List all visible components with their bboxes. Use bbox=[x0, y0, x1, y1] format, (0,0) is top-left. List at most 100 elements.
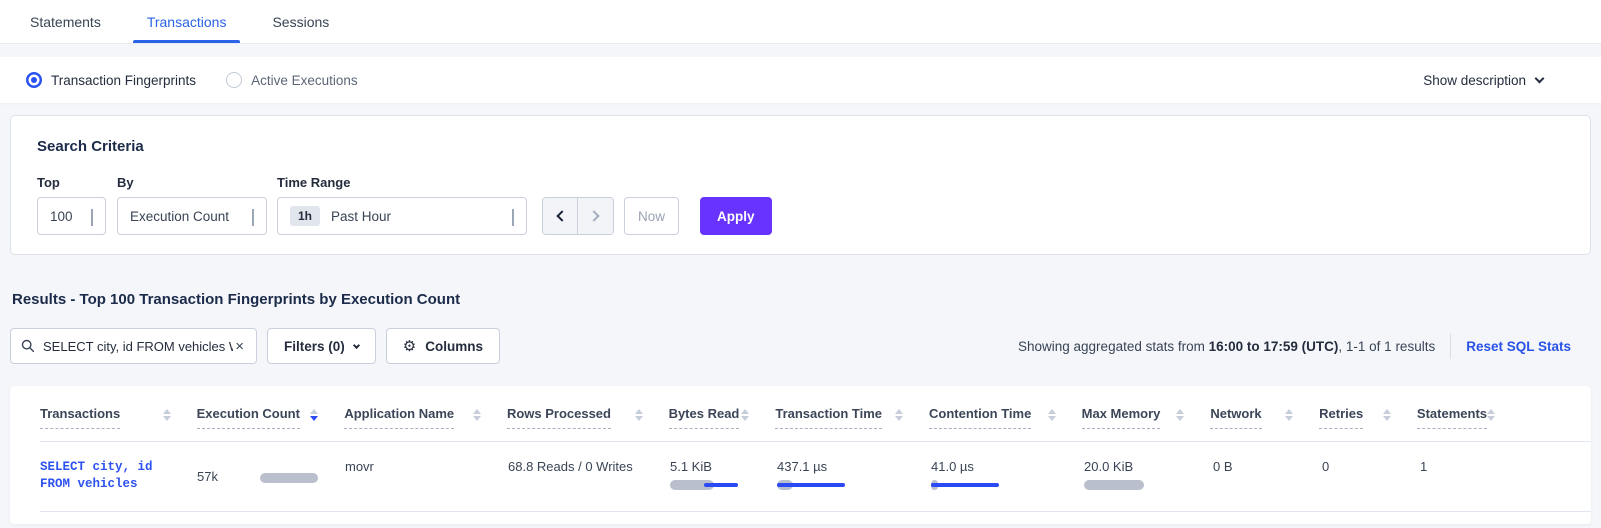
top-label: Top bbox=[37, 175, 106, 190]
radio-active-executions[interactable]: Active Executions bbox=[226, 72, 358, 88]
chevron-down-icon bbox=[1535, 73, 1545, 83]
stats-time-range: 16:00 to 17:59 (UTC) bbox=[1209, 339, 1339, 354]
time-range-label: Time Range bbox=[277, 175, 527, 190]
chevron-down-icon bbox=[252, 209, 254, 226]
sort-icon[interactable] bbox=[1383, 409, 1391, 421]
results-heading: Results - Top 100 Transaction Fingerprin… bbox=[12, 291, 1601, 308]
cell-max-memory: 20.0 KiB bbox=[1084, 457, 1213, 493]
cell-execution-count: 57k bbox=[197, 457, 345, 493]
sort-icon[interactable] bbox=[473, 409, 481, 421]
time-range-badge: 1h bbox=[290, 206, 320, 226]
by-select-value: Execution Count bbox=[130, 209, 229, 224]
sort-icon[interactable] bbox=[163, 409, 171, 421]
tab-sessions[interactable]: Sessions bbox=[256, 0, 345, 43]
cell-retries: 0 bbox=[1322, 457, 1420, 493]
gear-icon: ⚙ bbox=[403, 337, 416, 355]
next-time-button[interactable] bbox=[578, 198, 613, 234]
cell-rows-processed: 68.8 Reads / 0 Writes bbox=[508, 457, 670, 493]
column-header-transactions[interactable]: Transactions bbox=[40, 406, 197, 429]
sort-icon[interactable] bbox=[1285, 409, 1293, 421]
by-select[interactable]: Execution Count bbox=[117, 197, 267, 235]
column-header-transaction-time[interactable]: Transaction Time bbox=[775, 406, 929, 429]
filters-label: Filters (0) bbox=[284, 339, 345, 354]
radio-selected-icon[interactable] bbox=[26, 72, 42, 88]
search-criteria-title: Search Criteria bbox=[37, 138, 1564, 155]
table-header-row: Transactions Execution Count Application… bbox=[40, 386, 1591, 442]
max-memory-value: 20.0 KiB bbox=[1084, 459, 1213, 474]
cell-transaction-time: 437.1 µs bbox=[777, 457, 931, 493]
column-header-rows-processed[interactable]: Rows Processed bbox=[507, 406, 669, 429]
transactions-table: Transactions Execution Count Application… bbox=[10, 386, 1591, 524]
column-header-statements[interactable]: Statements bbox=[1417, 406, 1591, 429]
bytes-read-bar bbox=[670, 480, 740, 490]
time-range-pager bbox=[542, 197, 614, 235]
contention-time-bar bbox=[931, 480, 1001, 490]
column-header-execution-count[interactable]: Execution Count bbox=[197, 406, 345, 429]
cell-application-name: movr bbox=[345, 457, 508, 493]
bytes-read-value: 5.1 KiB bbox=[670, 459, 777, 474]
column-header-contention-time[interactable]: Contention Time bbox=[929, 406, 1082, 429]
max-memory-bar bbox=[1084, 480, 1154, 490]
radio-unselected-icon[interactable] bbox=[226, 72, 242, 88]
clear-search-icon[interactable]: × bbox=[233, 339, 246, 354]
column-header-network[interactable]: Network bbox=[1210, 406, 1319, 429]
time-range-value: Past Hour bbox=[331, 209, 391, 224]
chevron-left-icon bbox=[556, 210, 567, 221]
top-select-value: 100 bbox=[50, 209, 73, 224]
vertical-divider bbox=[1450, 333, 1451, 359]
top-field: Top 100 bbox=[37, 175, 106, 235]
contention-time-value: 41.0 µs bbox=[931, 459, 1084, 474]
reset-sql-stats-link[interactable]: Reset SQL Stats bbox=[1466, 339, 1571, 354]
show-description-toggle[interactable]: Show description bbox=[1423, 73, 1543, 88]
columns-label: Columns bbox=[425, 339, 483, 354]
column-header-application-name[interactable]: Application Name bbox=[344, 406, 507, 429]
apply-button[interactable]: Apply bbox=[700, 197, 772, 235]
tab-statements[interactable]: Statements bbox=[14, 0, 117, 43]
sort-icon[interactable] bbox=[635, 409, 643, 421]
by-label: By bbox=[117, 175, 267, 190]
columns-button[interactable]: ⚙ Columns bbox=[386, 328, 500, 364]
chevron-down-icon bbox=[512, 209, 514, 226]
cell-transaction-fingerprint: SELECT city, id FROM vehicles bbox=[40, 457, 197, 493]
radio-transaction-fingerprints[interactable]: Transaction Fingerprints bbox=[26, 72, 196, 88]
previous-time-button[interactable] bbox=[543, 198, 578, 234]
sort-icon[interactable] bbox=[895, 409, 903, 421]
filter-row: × Filters (0) ⚙ Columns Showing aggregat… bbox=[10, 328, 1591, 364]
search-input[interactable] bbox=[43, 339, 233, 354]
cell-network: 0 B bbox=[1213, 457, 1322, 493]
cell-contention-time: 41.0 µs bbox=[931, 457, 1084, 493]
radio-active-executions-label: Active Executions bbox=[251, 73, 358, 88]
execution-count-value: 57k bbox=[197, 469, 218, 484]
show-description-label: Show description bbox=[1423, 73, 1526, 88]
stats-area: Showing aggregated stats from 16:00 to 1… bbox=[1018, 333, 1591, 359]
sort-icon[interactable] bbox=[741, 409, 749, 421]
top-select[interactable]: 100 bbox=[37, 197, 106, 235]
column-header-max-memory[interactable]: Max Memory bbox=[1082, 406, 1211, 429]
chevron-down-icon bbox=[353, 341, 360, 348]
column-header-bytes-read[interactable]: Bytes Read bbox=[669, 406, 776, 429]
time-range-select[interactable]: 1h Past Hour bbox=[277, 197, 527, 235]
transaction-time-bar bbox=[777, 480, 847, 490]
chevron-down-icon bbox=[91, 209, 93, 226]
search-icon bbox=[21, 339, 35, 353]
search-criteria-card: Search Criteria Top 100 By Execution Cou… bbox=[10, 115, 1591, 255]
transaction-fingerprint-link[interactable]: SELECT city, id FROM vehicles bbox=[40, 459, 197, 493]
execution-count-bar bbox=[260, 473, 318, 483]
cell-bytes-read: 5.1 KiB bbox=[670, 457, 777, 493]
sort-icon[interactable] bbox=[1487, 409, 1495, 421]
tab-transactions[interactable]: Transactions bbox=[131, 0, 243, 43]
sort-icon[interactable] bbox=[1048, 409, 1056, 421]
aggregated-stats-text: Showing aggregated stats from 16:00 to 1… bbox=[1018, 339, 1435, 354]
filters-button[interactable]: Filters (0) bbox=[267, 328, 376, 364]
sort-icon[interactable] bbox=[1176, 409, 1184, 421]
view-toggle-row: Transaction Fingerprints Active Executio… bbox=[0, 57, 1601, 103]
column-header-retries[interactable]: Retries bbox=[1319, 406, 1417, 429]
table-row: SELECT city, id FROM vehicles 57k movr 6… bbox=[40, 442, 1591, 512]
chevron-right-icon bbox=[588, 210, 599, 221]
transaction-time-value: 437.1 µs bbox=[777, 459, 931, 474]
search-box[interactable]: × bbox=[10, 328, 257, 364]
radio-fingerprints-label: Transaction Fingerprints bbox=[51, 73, 196, 88]
now-button[interactable]: Now bbox=[624, 197, 679, 235]
sort-desc-icon[interactable] bbox=[310, 409, 318, 421]
page-tabbar: Statements Transactions Sessions bbox=[0, 0, 1601, 44]
